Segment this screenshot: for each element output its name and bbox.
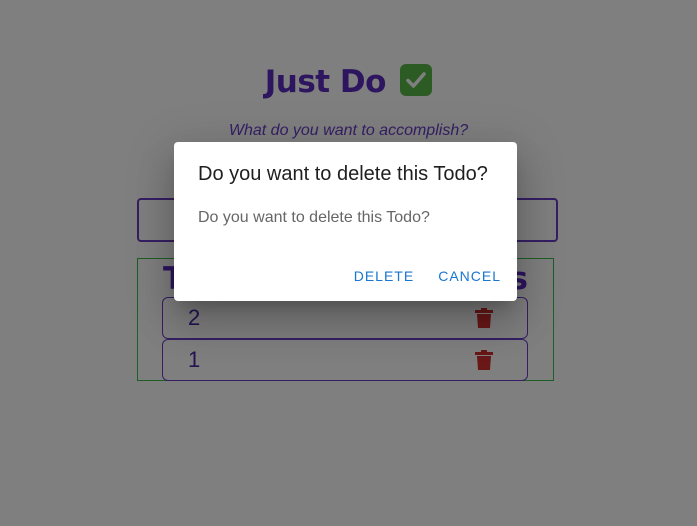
delete-confirm-dialog: Do you want to delete this Todo? Do you … (174, 142, 517, 301)
dialog-content: Do you want to delete this Todo? (198, 209, 430, 226)
dialog-title: Do you want to delete this Todo? (198, 163, 488, 185)
cancel-button[interactable]: CANCEL (430, 264, 509, 288)
dialog-actions: DELETE CANCEL (346, 264, 509, 288)
delete-button[interactable]: DELETE (346, 264, 422, 288)
